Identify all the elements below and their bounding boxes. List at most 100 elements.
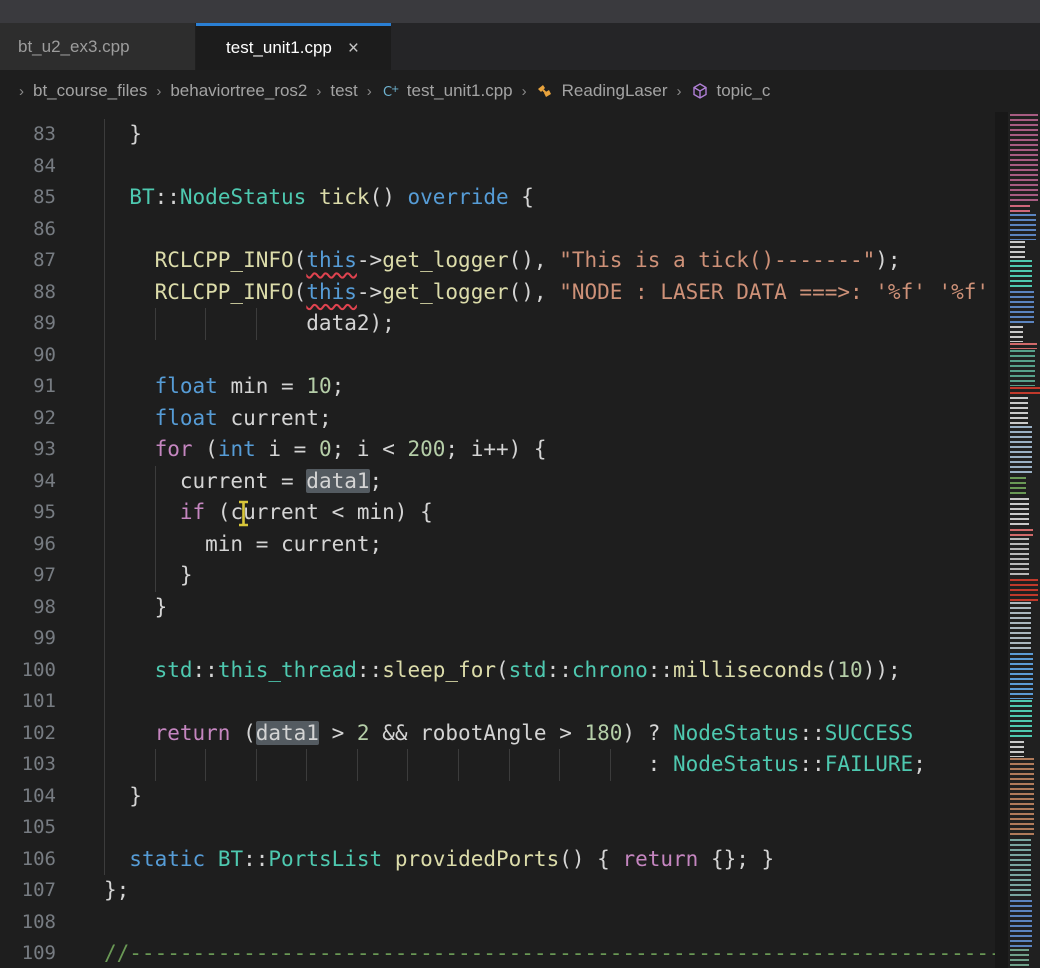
code-line[interactable]: 97 } — [0, 560, 995, 592]
code-line[interactable]: 83 } — [0, 119, 995, 151]
code-line[interactable]: 98 } — [0, 592, 995, 624]
code-text: } — [104, 119, 142, 151]
indent-guide — [205, 749, 206, 781]
breadcrumb-item-behaviortree-ros2[interactable]: behaviortree_ros2 — [170, 81, 307, 101]
breadcrumb-item-bt-course-files[interactable]: bt_course_files — [33, 81, 147, 101]
code-text: float current; — [104, 403, 332, 435]
token: ( — [230, 721, 255, 745]
code-text: return (data1 > 2 && robotAngle > 180) ?… — [104, 718, 913, 750]
close-icon[interactable]: × — [346, 39, 361, 58]
token — [104, 752, 648, 776]
token: this — [306, 280, 357, 304]
minimap-code-block — [1010, 900, 1032, 948]
line-number: 109 — [0, 938, 56, 968]
code-line[interactable]: 96 min = current; — [0, 529, 995, 561]
code-line[interactable]: 105 — [0, 812, 995, 844]
code-line[interactable]: 103 : NodeStatus::FAILURE; — [0, 749, 995, 781]
code-line[interactable]: 100 std::this_thread::sleep_for(std::chr… — [0, 655, 995, 687]
code-line[interactable]: 95 if (current < min) { — [0, 497, 995, 529]
code-line[interactable]: 91 float min = 10; — [0, 371, 995, 403]
breadcrumb-item-topic-c[interactable]: topic_c — [691, 81, 771, 101]
minimap-code-block — [1010, 579, 1038, 601]
indent-guide — [559, 749, 560, 781]
token: :: — [799, 721, 824, 745]
indent-guide — [104, 340, 105, 372]
token: RCLCPP_INFO — [155, 280, 294, 304]
breadcrumb-item-test-unit1-cpp[interactable]: C+test_unit1.cpp — [381, 81, 513, 101]
indent-guide — [104, 812, 105, 844]
code-line[interactable]: 94 current = data1; — [0, 466, 995, 498]
title-bar — [0, 0, 1040, 23]
breadcrumb-item-readinglaser[interactable]: ReadingLaser — [536, 81, 668, 101]
line-number: 105 — [0, 812, 56, 844]
minimap-code-block — [1010, 205, 1030, 213]
indent-guide — [509, 749, 510, 781]
minimap-code-block — [1010, 839, 1031, 899]
code-line[interactable]: 88 RCLCPP_INFO(this->get_logger(), "NODE… — [0, 277, 995, 309]
code-line[interactable]: 87 RCLCPP_INFO(this->get_logger(), "This… — [0, 245, 995, 277]
indent-guide — [155, 466, 156, 498]
gutter — [56, 812, 104, 844]
token: "NODE : LASER DATA ===>: '%f' '%f' — [559, 280, 989, 304]
line-number: 96 — [0, 529, 56, 561]
scrollbar-track[interactable] — [995, 112, 1008, 968]
breadcrumb: ›bt_course_files›behaviortree_ros2›test›… — [0, 70, 1040, 112]
token: } — [104, 563, 193, 587]
code-line[interactable]: 108 — [0, 907, 995, 939]
field-symbol-icon — [691, 82, 710, 101]
code-line[interactable]: 93 for (int i = 0; i < 200; i++) { — [0, 434, 995, 466]
token — [104, 437, 155, 461]
breadcrumb-label: ReadingLaser — [562, 81, 668, 101]
token — [104, 248, 155, 272]
code-line[interactable]: 84 — [0, 151, 995, 183]
gutter — [56, 214, 104, 246]
code-line[interactable]: 109//-----------------------------------… — [0, 938, 995, 968]
code-text: data2); — [104, 308, 395, 340]
breadcrumb-label: test — [330, 81, 357, 101]
token — [104, 374, 155, 398]
token: ( — [294, 280, 307, 304]
indent-guide — [104, 182, 105, 214]
gutter — [56, 529, 104, 561]
token: ( — [496, 658, 509, 682]
code-text: current = data1; — [104, 466, 382, 498]
code-line[interactable]: 92 float current; — [0, 403, 995, 435]
indent-guide — [407, 749, 408, 781]
line-number: 102 — [0, 718, 56, 750]
code-text: RCLCPP_INFO(this->get_logger(), "NODE : … — [104, 277, 989, 309]
token: PortsList — [268, 847, 382, 871]
token: chrono — [572, 658, 648, 682]
code-line[interactable]: 106 static BT::PortsList providedPorts()… — [0, 844, 995, 876]
gutter — [56, 497, 104, 529]
code-line[interactable]: 107}; — [0, 875, 995, 907]
code-line[interactable]: 90 — [0, 340, 995, 372]
gutter — [56, 308, 104, 340]
minimap[interactable] — [1008, 112, 1040, 968]
code-line[interactable]: 102 return (data1 > 2 && robotAngle > 18… — [0, 718, 995, 750]
code-line[interactable]: 85 BT::NodeStatus tick() override { — [0, 182, 995, 214]
code-text: RCLCPP_INFO(this->get_logger(), "This is… — [104, 245, 901, 277]
code-line[interactable]: 101 — [0, 686, 995, 718]
token — [104, 280, 155, 304]
token: } — [104, 595, 167, 619]
token — [382, 847, 395, 871]
token: current; — [218, 406, 332, 430]
line-number: 83 — [0, 119, 56, 151]
token: NodeStatus — [673, 721, 799, 745]
code-text: if (current < min) { — [104, 497, 433, 529]
tab-test-unit1[interactable]: test_unit1.cpp × — [196, 23, 391, 70]
token: override — [408, 185, 509, 209]
minimap-code-block — [1010, 291, 1034, 325]
line-number: 98 — [0, 592, 56, 624]
token — [104, 847, 129, 871]
code-line[interactable]: 99 — [0, 623, 995, 655]
token — [306, 185, 319, 209]
indent-guide — [104, 718, 105, 750]
tab-bt-u2-ex3[interactable]: bt_u2_ex3.cpp — [0, 23, 196, 70]
code-line[interactable]: 86 — [0, 214, 995, 246]
token — [104, 185, 129, 209]
code-line[interactable]: 104 } — [0, 781, 995, 813]
code-line[interactable]: 89 data2); — [0, 308, 995, 340]
code-editor[interactable]: 83 }8485 BT::NodeStatus tick() override … — [0, 112, 995, 968]
breadcrumb-item-test[interactable]: test — [330, 81, 357, 101]
